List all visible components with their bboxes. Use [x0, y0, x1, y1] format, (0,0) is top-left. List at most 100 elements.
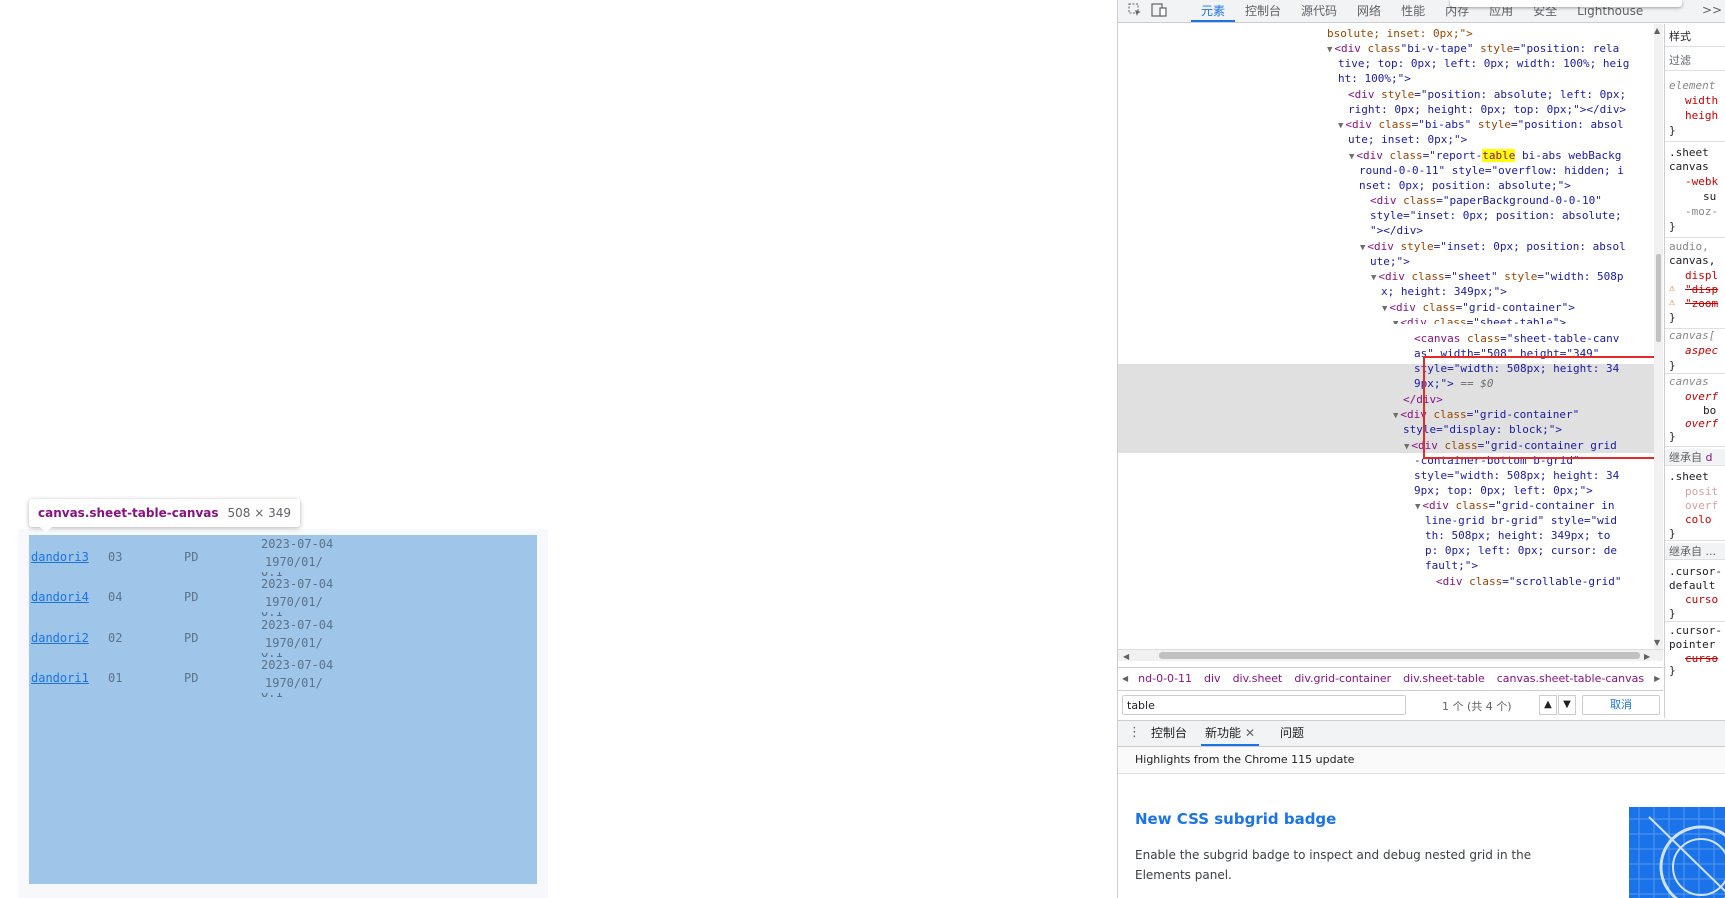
drawer-tab-whats-new[interactable]: 新功能 ✕: [1201, 721, 1260, 746]
dom-tree: bsolute; inset: 0px;"> ▼ <div class"bi-v-…: [1118, 24, 1663, 650]
drawer-tab-issues[interactable]: 问题: [1280, 721, 1304, 746]
tab-performance[interactable]: 性能: [1391, 0, 1435, 22]
breadcrumb-item-selected[interactable]: canvas.sheet-table-canvas: [1490, 672, 1651, 685]
style-property[interactable]: overf: [1685, 417, 1718, 430]
dom-tree-scroll-thumb[interactable]: [1656, 254, 1661, 342]
tab-elements[interactable]: 元素: [1191, 0, 1236, 22]
row-date: 2023-07-04: [261, 618, 334, 632]
row-date: 2023-07-04: [261, 577, 334, 591]
brace: }: [1669, 664, 1676, 677]
row-type: PD: [184, 590, 199, 604]
breadcrumb-item[interactable]: nd-0-0-11: [1132, 672, 1198, 685]
tab-styles[interactable]: 样式: [1669, 28, 1691, 44]
brace: }: [1669, 124, 1676, 137]
row-code: 01: [108, 671, 123, 685]
expand-arrow-icon[interactable]: ▼: [1360, 243, 1365, 253]
style-rule-selector: element: [1669, 79, 1716, 92]
row-name-link[interactable]: dandori2: [31, 631, 89, 645]
breadcrumb-item[interactable]: div.sheet-table: [1397, 672, 1491, 685]
scroll-right-icon[interactable]: ▶: [1644, 652, 1650, 661]
style-property[interactable]: aspec: [1685, 344, 1718, 357]
dom-line: fault;">: [1425, 559, 1478, 572]
device-toolbar-icon[interactable]: [1151, 3, 1167, 19]
expand-arrow-icon[interactable]: ▼: [1393, 411, 1398, 421]
row-date-2: 1970/01/: [265, 595, 323, 609]
devtools-panel: 元素 控制台 源代码 网络 性能 内存 应用 安全 Lighthouse >> …: [1117, 0, 1725, 898]
style-property[interactable]: overf: [1685, 499, 1718, 512]
row-name-link[interactable]: dandori3: [31, 550, 89, 564]
brace: }: [1669, 527, 1676, 540]
dom-search-input[interactable]: [1122, 695, 1406, 715]
expand-arrow-icon[interactable]: ▼: [1382, 304, 1387, 314]
scroll-left-icon[interactable]: ◀: [1123, 652, 1129, 661]
expand-arrow-icon[interactable]: ▼: [1371, 273, 1376, 283]
expand-arrow-icon[interactable]: ▼: [1393, 319, 1398, 324]
row-date-2: 1970/01/: [265, 555, 323, 569]
search-prev-button[interactable]: ▲: [1539, 695, 1557, 715]
expand-arrow-icon[interactable]: ▼: [1415, 502, 1420, 512]
inherited-from-label: 继承自 d: [1665, 449, 1725, 465]
style-property[interactable]: displ: [1685, 269, 1718, 282]
style-property[interactable]: "disp: [1685, 283, 1718, 296]
style-property[interactable]: heigh: [1685, 109, 1718, 122]
breadcrumb-item[interactable]: div.grid-container: [1288, 672, 1397, 685]
feature-title-link[interactable]: New CSS subgrid badge: [1135, 810, 1336, 828]
style-rule-selector: .sheet: [1669, 146, 1709, 159]
expand-arrow-icon[interactable]: ▼: [1404, 442, 1409, 452]
style-rule-selector: pointer: [1669, 638, 1716, 651]
dom-line: "></div>: [1370, 224, 1423, 237]
scroll-down-icon[interactable]: ▼: [1654, 638, 1660, 647]
styles-filter-input[interactable]: 过滤: [1669, 52, 1691, 68]
row-code: 03: [108, 550, 123, 564]
dom-node[interactable]: ▼ <div class="sheet-table">: [1393, 315, 1566, 324]
more-tabs-button[interactable]: >>: [1702, 3, 1722, 17]
search-cancel-button[interactable]: 取消: [1582, 695, 1660, 715]
row-type: PD: [184, 550, 199, 564]
style-property[interactable]: overf: [1685, 390, 1718, 403]
breadcrumb-right-icon[interactable]: ▶: [1650, 674, 1663, 683]
inspect-icon[interactable]: [1127, 3, 1143, 19]
dom-line: ute; inset: 0px;">: [1348, 133, 1468, 146]
brace: }: [1669, 430, 1676, 443]
page-viewport: dandori3 03 PD 2023-07-04 1970/01/ 0.1 d…: [0, 0, 1117, 898]
style-property[interactable]: -moz-: [1685, 205, 1718, 218]
breadcrumb-item[interactable]: div: [1198, 672, 1227, 685]
search-match-count: 1 个 (共 4 个): [1442, 700, 1512, 713]
expand-arrow-icon[interactable]: ▼: [1327, 45, 1332, 55]
devtools-drawer: ⋮ 控制台 新功能 ✕ 问题 Highlights from the Chrome…: [1118, 720, 1725, 898]
dom-line: x; height: 349px;">: [1381, 285, 1507, 298]
table-row: dandori3 03 PD 2023-07-04 1970/01/ 0.1: [29, 535, 537, 579]
expand-arrow-icon[interactable]: ▼: [1349, 152, 1354, 162]
tab-sources[interactable]: 源代码: [1291, 0, 1347, 22]
breadcrumb-left-icon[interactable]: ◀: [1118, 674, 1132, 683]
style-rule-selector: .sheet: [1669, 470, 1709, 483]
dom-tree-hscroll-thumb[interactable]: [1159, 652, 1640, 659]
breadcrumb-item[interactable]: div.sheet: [1227, 672, 1289, 685]
expand-arrow-icon[interactable]: ▼: [1338, 121, 1343, 131]
style-property[interactable]: "zoom: [1685, 297, 1718, 310]
row-type: PD: [184, 631, 199, 645]
search-next-button[interactable]: ▼: [1558, 695, 1576, 715]
style-property[interactable]: curso: [1685, 593, 1718, 606]
dom-search-bar: 1 个 (共 4 个) ▲ ▼ 取消: [1118, 690, 1663, 718]
table-row: dandori4 04 PD 2023-07-04 1970/01/ 0.1: [29, 575, 537, 619]
tab-console[interactable]: 控制台: [1235, 0, 1291, 22]
row-name-link[interactable]: dandori1: [31, 671, 89, 685]
annotation-red-box: [1423, 356, 1662, 459]
style-property[interactable]: -webk: [1685, 175, 1718, 188]
tab-network[interactable]: 网络: [1347, 0, 1391, 22]
style-rule-selector: canvas: [1669, 160, 1709, 173]
row-name-link[interactable]: dandori4: [31, 590, 89, 604]
drawer-tab-console[interactable]: 控制台: [1151, 721, 1187, 746]
warning-icon: ⚠: [1669, 297, 1676, 308]
dom-node[interactable]: <div class="scrollable-grid": [1436, 574, 1621, 591]
scroll-up-icon[interactable]: ▲: [1654, 26, 1660, 35]
style-property[interactable]: colo: [1685, 513, 1712, 526]
close-icon[interactable]: ✕: [1245, 726, 1255, 740]
style-property[interactable]: posit: [1685, 485, 1718, 498]
row-date-2: 1970/01/: [265, 636, 323, 650]
drawer-menu-icon[interactable]: ⋮: [1128, 725, 1141, 740]
style-property[interactable]: curso: [1685, 652, 1718, 665]
sheet-table-canvas-highlight[interactable]: dandori3 03 PD 2023-07-04 1970/01/ 0.1 d…: [29, 535, 537, 884]
style-property[interactable]: width: [1685, 94, 1718, 107]
